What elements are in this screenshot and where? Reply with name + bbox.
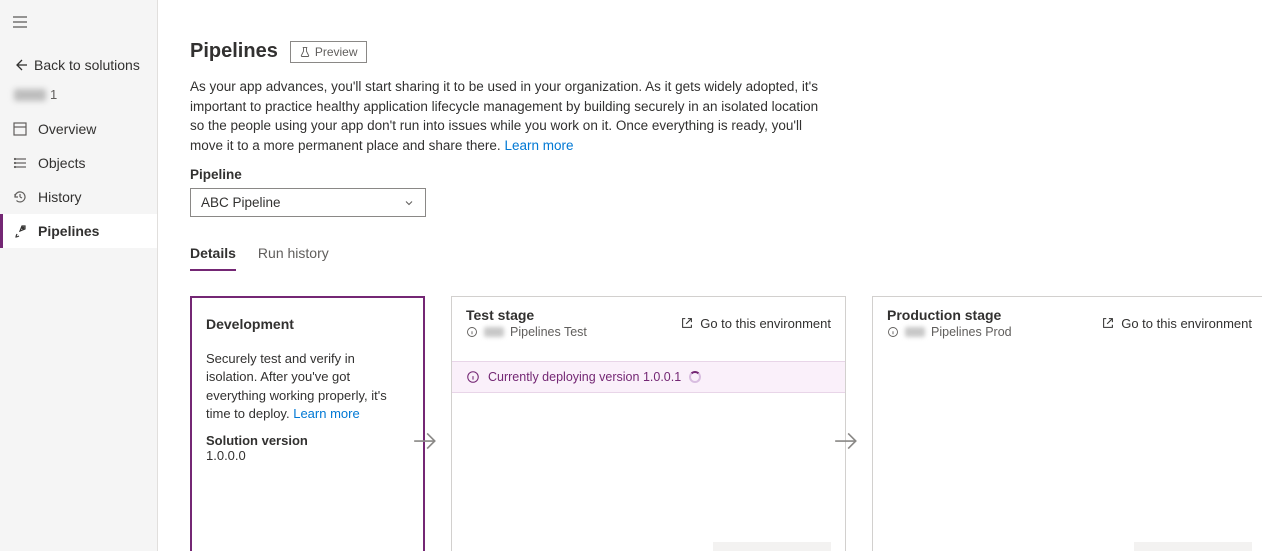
go-link-label: Go to this environment xyxy=(700,316,831,331)
nav-item-pipelines[interactable]: Pipelines xyxy=(0,214,157,248)
tab-run-history[interactable]: Run history xyxy=(258,245,329,271)
dev-text: Securely test and verify in isolation. A… xyxy=(206,350,409,423)
nav-item-overview[interactable]: Overview xyxy=(0,112,157,146)
open-icon xyxy=(1101,316,1115,330)
rocket-icon xyxy=(12,223,28,239)
learn-more-link[interactable]: Learn more xyxy=(504,138,573,153)
main-content: Pipelines Preview As your app advances, … xyxy=(158,0,1262,551)
go-link-label: Go to this environment xyxy=(1121,316,1252,331)
go-to-environment-test[interactable]: Go to this environment xyxy=(680,307,831,339)
nav-label: Pipelines xyxy=(38,223,99,239)
stage-card-test: Test stage Pipelines Test Go to this env… xyxy=(451,296,846,551)
preview-badge: Preview xyxy=(290,41,367,63)
back-to-solutions[interactable]: Back to solutions xyxy=(0,49,157,81)
nav-item-history[interactable]: History xyxy=(0,180,157,214)
deploying-banner: Currently deploying version 1.0.0.1 xyxy=(452,361,845,393)
prod-env-name: Pipelines Prod xyxy=(931,325,1012,339)
test-title: Test stage xyxy=(466,307,587,323)
hamburger-button[interactable] xyxy=(0,10,157,37)
solution-version-label: Solution version xyxy=(206,433,409,448)
redacted-text xyxy=(14,89,46,101)
dev-learn-more-link[interactable]: Learn more xyxy=(293,406,359,421)
stage-card-development: Development Securely test and verify in … xyxy=(190,296,425,551)
test-env-name: Pipelines Test xyxy=(510,325,587,339)
tabs: Details Run history xyxy=(190,245,1262,272)
overview-icon xyxy=(12,121,28,137)
dev-title: Development xyxy=(206,316,409,332)
arrow-right-icon xyxy=(412,428,438,454)
deploy-here-button-test: Deploy here xyxy=(713,542,831,551)
info-icon xyxy=(466,326,478,338)
deploy-here-button-prod: Deploy here xyxy=(1134,542,1252,551)
info-icon xyxy=(466,370,480,384)
nav-label: History xyxy=(38,189,82,205)
page-title: Pipelines xyxy=(190,40,278,63)
open-icon xyxy=(680,316,694,330)
info-icon xyxy=(887,326,899,338)
intro-text: As your app advances, you'll start shari… xyxy=(190,77,830,155)
spinner-icon xyxy=(689,371,701,383)
pipeline-dropdown[interactable]: ABC Pipeline xyxy=(190,188,426,217)
go-to-environment-prod[interactable]: Go to this environment xyxy=(1101,307,1252,339)
title-row: Pipelines Preview xyxy=(190,40,1262,63)
sidebar: Back to solutions 1 Overview Objects His… xyxy=(0,0,158,551)
nav: Overview Objects History Pipelines xyxy=(0,112,157,248)
nav-label: Objects xyxy=(38,155,85,171)
nav-label: Overview xyxy=(38,121,96,137)
arrow-right-icon xyxy=(833,428,859,454)
history-icon xyxy=(12,189,28,205)
nav-item-objects[interactable]: Objects xyxy=(0,146,157,180)
objects-icon xyxy=(12,155,28,171)
prod-env-row: Pipelines Prod xyxy=(887,325,1012,339)
prod-title: Production stage xyxy=(887,307,1012,323)
chevron-down-icon xyxy=(403,197,415,209)
solution-suffix: 1 xyxy=(50,87,57,102)
menu-icon xyxy=(12,14,28,30)
solution-version-value: 1.0.0.0 xyxy=(206,448,409,463)
stage-card-production: Production stage Pipelines Prod Go to th… xyxy=(872,296,1262,551)
tab-details[interactable]: Details xyxy=(190,245,236,271)
arrow-left-icon xyxy=(12,57,28,73)
stages-row: Development Securely test and verify in … xyxy=(190,296,1262,551)
flask-icon xyxy=(299,46,311,58)
back-label: Back to solutions xyxy=(34,57,140,73)
dropdown-value: ABC Pipeline xyxy=(201,195,281,210)
preview-label: Preview xyxy=(315,45,358,59)
solution-name: 1 xyxy=(0,81,157,112)
redacted-text xyxy=(905,327,925,337)
pipeline-field-label: Pipeline xyxy=(190,167,1262,182)
test-env-row: Pipelines Test xyxy=(466,325,587,339)
redacted-text xyxy=(484,327,504,337)
deploying-text: Currently deploying version 1.0.0.1 xyxy=(488,370,681,384)
